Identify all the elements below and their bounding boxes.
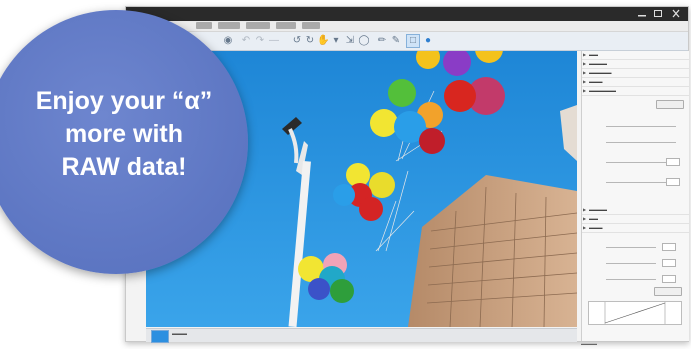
panel-section-5[interactable]: ▬▬▬▬▬▬ bbox=[582, 87, 689, 96]
rotate-right-icon[interactable]: ↻ bbox=[304, 35, 316, 47]
menu-item-4[interactable] bbox=[276, 22, 296, 29]
filmstrip: ▬▬▬ bbox=[146, 328, 577, 343]
histogram bbox=[588, 301, 682, 325]
adjustment-panel: ▬▬ ▬▬▬▬ ▬▬▬▬▬ ▬▬▬ ▬▬▬▬▬▬ ▬▬▬▬ ▬▬ ▬▬▬ bbox=[581, 51, 689, 341]
value-field-5[interactable] bbox=[662, 275, 676, 283]
value-field-3[interactable] bbox=[662, 243, 676, 251]
histogram-graph bbox=[604, 302, 666, 324]
maximize-icon[interactable] bbox=[652, 9, 664, 18]
thumbnail[interactable] bbox=[151, 330, 169, 343]
promo-line-1: Enjoy your “α” bbox=[35, 87, 213, 115]
slider-2[interactable] bbox=[606, 142, 676, 143]
slider-7[interactable] bbox=[606, 279, 656, 280]
zoom-icon[interactable]: ◯ bbox=[358, 35, 370, 47]
panel-button-2[interactable] bbox=[654, 287, 682, 296]
panel-section-4[interactable]: ▬▬▬ bbox=[582, 78, 689, 87]
separator-icon: — bbox=[269, 35, 279, 46]
panel-section-7[interactable]: ▬▬ bbox=[582, 215, 689, 224]
view-toggle-icon[interactable]: □ bbox=[406, 34, 420, 48]
value-field-1[interactable] bbox=[666, 158, 680, 166]
undo-icon[interactable]: ↶ bbox=[240, 35, 252, 47]
minimize-icon[interactable] bbox=[636, 9, 648, 18]
thumbnail-label-bar: ▬▬▬ bbox=[172, 331, 187, 337]
panel-section-8[interactable]: ▬▬▬ bbox=[582, 224, 689, 233]
panel-section-1[interactable]: ▬▬ bbox=[582, 51, 689, 60]
close-icon[interactable] bbox=[670, 9, 682, 18]
menu-item-5[interactable] bbox=[302, 22, 320, 29]
slider-6[interactable] bbox=[606, 263, 656, 264]
menu-bar bbox=[126, 21, 688, 32]
promo-tagline: Enjoy your “α” more with RAW data! bbox=[0, 85, 248, 184]
panel-button[interactable] bbox=[656, 100, 684, 109]
palette-icon[interactable]: ● bbox=[422, 35, 434, 47]
panel-expanded-area bbox=[582, 96, 689, 206]
menu-item-3[interactable] bbox=[246, 22, 270, 29]
status-bar: ▬▬▬▬ bbox=[581, 341, 597, 346]
promo-line-3: RAW data! bbox=[61, 153, 187, 181]
hand-icon[interactable]: ✋ bbox=[317, 35, 329, 47]
menu-item-1[interactable] bbox=[196, 22, 212, 29]
panel-section-6[interactable]: ▬▬▬▬ bbox=[582, 206, 689, 215]
value-field-2[interactable] bbox=[666, 178, 680, 186]
panel-expanded-area-2 bbox=[582, 233, 689, 296]
promo-line-2: more with bbox=[64, 120, 184, 148]
panel-section-2[interactable]: ▬▬▬▬ bbox=[582, 60, 689, 69]
panel-section-3[interactable]: ▬▬▬▬▬ bbox=[582, 69, 689, 78]
tool-icon[interactable]: ◉ bbox=[222, 35, 234, 47]
menu-item-2[interactable] bbox=[218, 22, 240, 29]
redo-icon[interactable]: ↷ bbox=[254, 35, 266, 47]
slider-1[interactable] bbox=[606, 126, 676, 127]
slider-5[interactable] bbox=[606, 247, 656, 248]
eyedropper-icon[interactable]: ✎ bbox=[390, 35, 402, 47]
rotate-left-icon[interactable]: ↺ bbox=[291, 35, 303, 47]
dropdown-icon[interactable]: ▾ bbox=[330, 35, 342, 47]
toolbar: ◉ ↶ ↷ — ↺ ↻ ✋ ▾ ⇲ ◯ ✏ ✎ □ ● bbox=[126, 32, 688, 51]
brush-icon[interactable]: ✏ bbox=[376, 35, 388, 47]
value-field-4[interactable] bbox=[662, 259, 676, 267]
fit-icon[interactable]: ⇲ bbox=[344, 35, 356, 47]
title-bar bbox=[126, 7, 688, 21]
